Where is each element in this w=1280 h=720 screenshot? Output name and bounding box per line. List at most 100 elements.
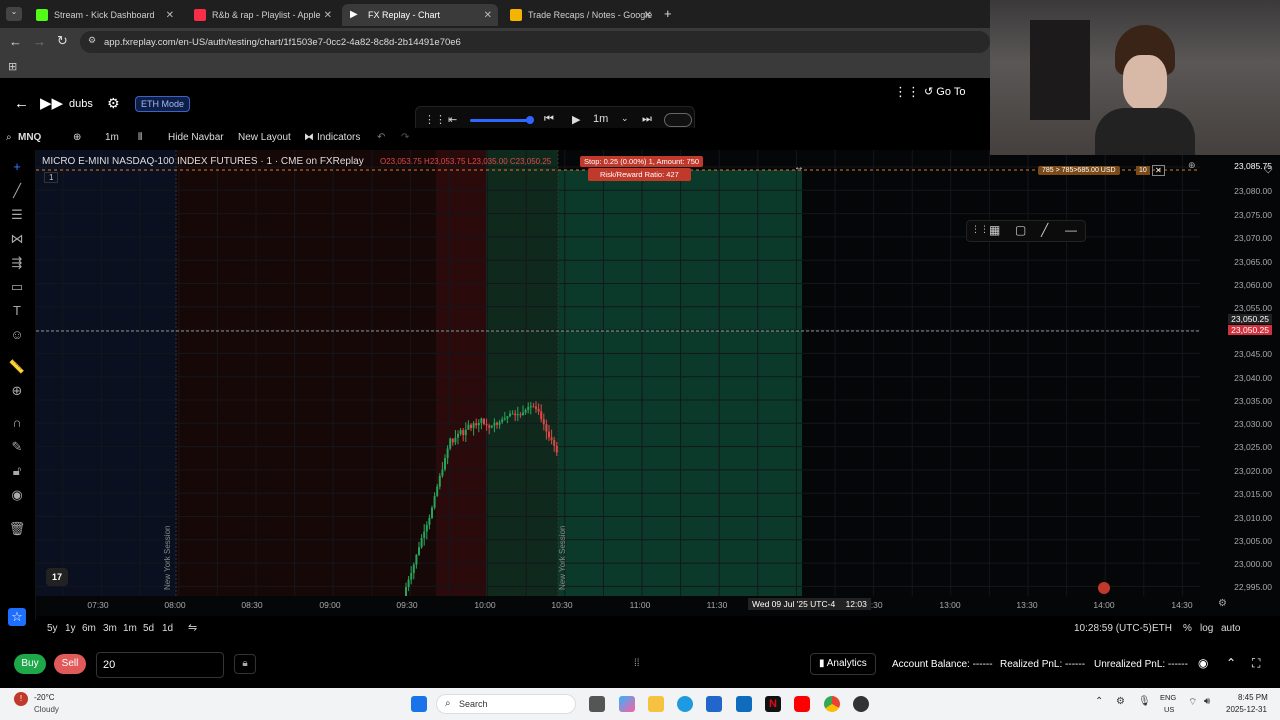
back-icon[interactable]: ← (9, 34, 22, 49)
windows-start-icon[interactable] (411, 696, 427, 712)
close-icon[interactable]: ✕ (644, 10, 652, 21)
star-icon[interactable]: ☆ (8, 608, 26, 626)
copilot-icon[interactable] (619, 696, 635, 712)
drag-handle-icon[interactable]: ⋮⋮ (971, 224, 989, 235)
range-5d[interactable]: 5d (143, 623, 154, 634)
eye-icon[interactable]: ◉ (8, 486, 26, 504)
back-arrow-icon[interactable]: ← (14, 95, 29, 112)
search-icon[interactable]: ⌕ (6, 132, 12, 143)
axis-settings-icon[interactable]: ⚙ (1218, 598, 1227, 609)
symbol-search[interactable]: MNQ (18, 132, 41, 143)
undo-icon[interactable]: ↶ (377, 132, 385, 143)
time-axis[interactable]: 07:30 08:00 08:30 09:00 09:30 10:00 10:30 11:00… (36, 596, 1280, 616)
buy-button[interactable]: Buy (14, 654, 46, 674)
range-1y[interactable]: 1y (65, 623, 76, 634)
eth-mode-badge[interactable]: ETH Mode (135, 96, 191, 112)
step-forward-icon[interactable]: ⏭ (642, 113, 652, 126)
trendline-icon[interactable]: ╱ (8, 182, 26, 200)
play-icon[interactable]: ▶ (572, 113, 580, 126)
pane-index[interactable]: 1 (44, 172, 59, 183)
analytics-button[interactable]: ▮ Analytics (810, 653, 876, 675)
price-chart[interactable]: MICRO E-MINI NASDAQ-100 INDEX FUTURES · … (36, 150, 1200, 596)
chevron-up-icon[interactable]: ⌃ (1226, 656, 1236, 670)
indicators-button[interactable]: Indicators (317, 132, 360, 143)
tray-chevron-icon[interactable]: ⌃ (1095, 696, 1103, 707)
speed-slider-handle[interactable] (526, 116, 534, 124)
fib-icon[interactable]: ☰ (8, 206, 26, 224)
emoji-icon[interactable]: ☺ (8, 326, 26, 344)
netflix-icon[interactable]: N (765, 696, 781, 712)
drag-handle-icon[interactable]: ⁞⁞ (634, 658, 640, 669)
pattern-icon[interactable]: ⋈ (8, 230, 26, 248)
store-icon[interactable] (706, 696, 722, 712)
youtube-icon[interactable] (794, 696, 810, 712)
auto-toggle[interactable]: auto (1221, 623, 1240, 634)
volume-icon[interactable]: 🔊︎ (1204, 696, 1210, 707)
line-icon[interactable]: ╱ (1041, 223, 1048, 237)
tab-kick[interactable]: Stream - Kick Dashboard ✕ (28, 4, 180, 26)
lock-icon[interactable]: 🔓︎ (8, 462, 26, 480)
close-icon[interactable]: ✕ (484, 10, 492, 21)
indicators-icon[interactable]: ⧓ (304, 132, 314, 143)
rectangle-icon[interactable]: ▢ (1015, 223, 1026, 237)
position-tag[interactable]: 785 > 785>685.00 USD (1038, 166, 1120, 175)
redo-icon[interactable]: ↷ (401, 132, 409, 143)
file-explorer-icon[interactable] (648, 696, 664, 712)
price-axis[interactable]: 23,085.75 23,080.00 23,075.00 23,070.00 23,0… (1188, 150, 1280, 596)
tab-apple-music[interactable]: R&b & rap - Playlist - Apple ✕ (186, 4, 338, 26)
magnet-icon[interactable]: ∩ (8, 414, 26, 432)
close-icon[interactable]: ✕ (166, 10, 174, 21)
close-position-icon[interactable]: ✕ (1152, 165, 1165, 176)
forward-icon[interactable]: → (33, 34, 46, 49)
layers-icon[interactable]: ◇ (1264, 162, 1272, 175)
range-1d[interactable]: 1d (162, 623, 173, 634)
tab-menu-icon[interactable]: ⌄ (6, 7, 22, 21)
fullscreen-icon[interactable]: ⛶ (1252, 656, 1260, 671)
rectangle-icon[interactable]: ▭ (8, 278, 26, 296)
tab-google-docs[interactable]: Trade Recaps / Notes - Google ✕ (502, 4, 658, 26)
clock-date[interactable]: 2025-12-31 (1226, 705, 1267, 714)
range-3m[interactable]: 3m (103, 623, 117, 634)
autoplay-toggle[interactable] (664, 113, 692, 127)
skip-start-icon[interactable]: ⇤ (448, 113, 457, 126)
tray-app-icon[interactable]: ⚙ (1116, 696, 1125, 707)
apps-grid-icon[interactable]: ⊞ (8, 60, 17, 73)
text-icon[interactable]: T (8, 302, 26, 320)
step-back-icon[interactable]: ⏮ (544, 113, 554, 126)
wifi-icon[interactable]: ⌔ (1188, 696, 1197, 709)
record-icon[interactable] (1098, 582, 1110, 594)
range-6m[interactable]: 6m (82, 623, 96, 634)
task-view-icon[interactable] (589, 696, 605, 712)
add-symbol-icon[interactable]: ⊕ (73, 132, 81, 143)
obs-icon[interactable] (853, 696, 869, 712)
percent-toggle[interactable]: % (1183, 623, 1192, 634)
outlook-icon[interactable] (736, 696, 752, 712)
new-tab-icon[interactable]: + (664, 6, 672, 21)
goto-button[interactable]: ↺ Go To (924, 85, 965, 98)
pencil-lock-icon[interactable]: ✎ (8, 438, 26, 456)
session-toggle[interactable]: ETH (1152, 623, 1172, 634)
resize-handle-icon[interactable]: ↔ (794, 162, 804, 173)
url-input[interactable]: ⚙ app.fxreplay.com/en-US/auth/testing/ch… (80, 31, 990, 53)
risk-reward-label[interactable]: Risk/Reward Ratio: 427 (588, 168, 691, 181)
grid-icon[interactable]: ▦ (989, 223, 1000, 237)
new-layout-button[interactable]: New Layout (238, 132, 291, 143)
log-toggle[interactable]: log (1200, 623, 1213, 634)
speed-slider[interactable] (470, 119, 530, 122)
user-name[interactable]: dubs (69, 98, 93, 110)
site-info-icon[interactable]: ⚙ (88, 35, 96, 46)
edge-icon[interactable] (677, 696, 693, 712)
crosshair-icon[interactable]: + (8, 158, 26, 176)
sell-button[interactable]: Sell (54, 654, 86, 674)
ruler-icon[interactable]: 📏 (8, 358, 26, 376)
candle-type-icon[interactable]: ⫴ (138, 132, 142, 143)
position-icon[interactable]: ⇶ (8, 254, 26, 272)
lock-icon[interactable]: 🔒︎ (234, 654, 256, 674)
zoom-icon[interactable]: ⊕ (8, 382, 26, 400)
clock-readout[interactable]: 10:28:59 (UTC-5) (1074, 623, 1152, 634)
timeframe-button[interactable]: 1m (105, 132, 119, 143)
close-icon[interactable]: ✕ (324, 10, 332, 21)
quantity-input[interactable]: 20 (96, 652, 224, 678)
visibility-icon[interactable]: ◉ (1198, 656, 1208, 670)
lang-1[interactable]: ENG (1160, 693, 1176, 702)
